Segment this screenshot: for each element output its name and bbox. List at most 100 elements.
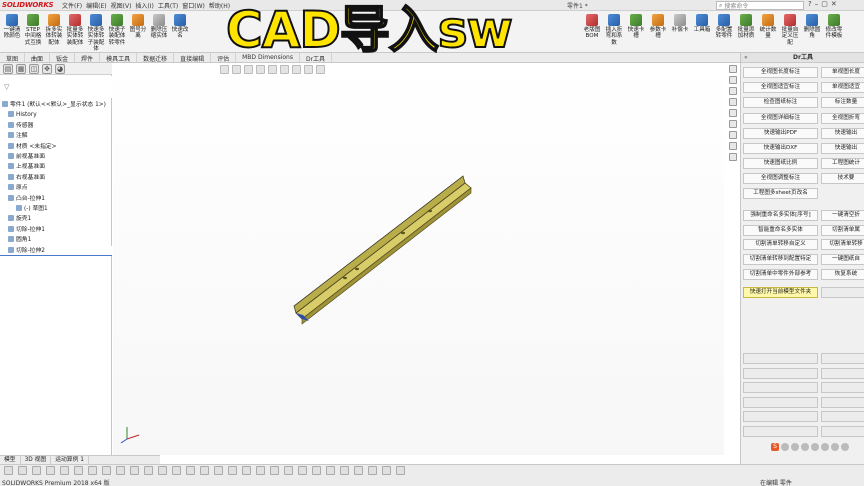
plugin-icon[interactable] xyxy=(729,153,737,161)
command-tab[interactable]: 模具工具 xyxy=(100,53,138,63)
forum-icon[interactable] xyxy=(729,131,737,139)
command-tab[interactable]: 钣金 xyxy=(50,53,76,63)
bottom-tab[interactable]: 模型 xyxy=(0,456,21,464)
ribbon-button[interactable]: 快速卡槽 xyxy=(627,14,645,40)
bottom-tab[interactable]: 3D 视图 xyxy=(21,456,52,464)
convert-icon[interactable] xyxy=(242,466,251,475)
offset-icon[interactable] xyxy=(144,466,153,475)
spline-icon[interactable] xyxy=(74,466,83,475)
hide-show-icon[interactable] xyxy=(292,65,301,74)
sogou-ime-icon[interactable]: S xyxy=(771,443,779,451)
stretch-icon[interactable] xyxy=(326,466,335,475)
dr-tool-button[interactable]: 全视图调整标注 xyxy=(743,173,818,185)
config-tab-icon[interactable]: ◫ xyxy=(29,64,39,74)
dr-tool-button[interactable]: 单视图适宜 xyxy=(821,82,864,94)
ribbon-button[interactable]: 删除压缩实体 xyxy=(150,14,168,40)
dr-tool-button[interactable]: 切割清单中零件外部参考 xyxy=(743,268,818,280)
rectangle-icon[interactable] xyxy=(32,466,41,475)
tree-item[interactable]: 右视基准面 xyxy=(0,173,112,183)
grid-icon[interactable] xyxy=(354,466,363,475)
pattern-icon[interactable] xyxy=(158,466,167,475)
trim-icon[interactable] xyxy=(116,466,125,475)
dr-tool-button[interactable]: 快速打开当前模型文件夹 xyxy=(743,287,818,298)
ime-mode-icon[interactable] xyxy=(781,443,789,451)
scale-icon[interactable] xyxy=(298,466,307,475)
text-icon[interactable] xyxy=(200,466,209,475)
tree-item[interactable]: 注解 xyxy=(0,131,112,141)
menu-item[interactable]: 视图(V) xyxy=(111,1,132,10)
centerline-icon[interactable] xyxy=(228,466,237,475)
dr-tool-button[interactable]: 快速输出 xyxy=(821,143,864,154)
keyboard-icon[interactable] xyxy=(821,443,829,451)
ribbon-button[interactable]: STEP中间格式互换 xyxy=(24,14,42,46)
zoom-fit-icon[interactable] xyxy=(220,65,229,74)
appearances-icon[interactable] xyxy=(729,109,737,117)
resources-icon[interactable] xyxy=(729,65,737,73)
select-icon[interactable] xyxy=(4,466,13,475)
dr-tool-button[interactable]: 检查图纸标注 xyxy=(743,97,818,109)
extend-icon[interactable] xyxy=(256,466,265,475)
dr-tool-button[interactable]: 快速输出 xyxy=(821,127,864,139)
tree-item[interactable]: 圆角1 xyxy=(0,235,112,245)
dimxpert-tab-icon[interactable]: ✥ xyxy=(42,64,52,74)
dr-tool-button[interactable]: 技术要 xyxy=(821,173,864,185)
ribbon-button[interactable]: 统计数量 xyxy=(759,14,777,40)
chamfer-icon[interactable] xyxy=(186,466,195,475)
ribbon-button[interactable]: 批量自定义压配 xyxy=(781,14,799,46)
ribbon-button[interactable]: 批量多实体转装配体 xyxy=(66,14,84,46)
tree-item[interactable]: 前视基准面 xyxy=(0,152,112,162)
search-input[interactable]: ⌕ 搜索命令 xyxy=(716,1,804,10)
command-tab[interactable]: 曲面 xyxy=(25,53,51,63)
minimize-icon[interactable]: – xyxy=(815,0,819,8)
restore-icon[interactable]: ▢ xyxy=(821,0,828,8)
scene-icon[interactable] xyxy=(316,65,325,74)
menu-item[interactable]: 插入(I) xyxy=(135,1,153,10)
menu-item[interactable]: 编辑(E) xyxy=(86,1,106,10)
ribbon-button[interactable]: 修改零件模板 xyxy=(825,14,843,40)
dr-tool-button[interactable]: 切割清单转移自定义 xyxy=(743,239,818,251)
dr-tool-button[interactable]: 恢复系统 xyxy=(821,268,864,280)
dr-tool-button[interactable]: 标注数量 xyxy=(821,97,864,109)
menu-item[interactable]: 工具(T) xyxy=(158,1,178,10)
line-icon[interactable] xyxy=(18,466,27,475)
appearance-icon[interactable] xyxy=(304,65,313,74)
fillet-icon[interactable] xyxy=(172,466,181,475)
menu-item[interactable]: 窗口(W) xyxy=(182,1,205,10)
display-style-icon[interactable] xyxy=(280,65,289,74)
dimension-icon[interactable] xyxy=(88,466,97,475)
dr-tool-button[interactable]: 全视图长度标注 xyxy=(743,67,818,78)
tree-item[interactable]: 凸台-拉伸1 xyxy=(0,194,112,204)
custom-properties-icon[interactable] xyxy=(729,120,737,128)
skin-icon[interactable] xyxy=(831,443,839,451)
ribbon-button[interactable]: 批量添加材质 xyxy=(737,14,755,40)
dr-tool-button[interactable]: 工程图统计 xyxy=(821,158,864,170)
dr-tool-button[interactable]: 快速输出DXF xyxy=(743,143,818,154)
dr-tool-button[interactable]: 强制重命名多实体[序号] xyxy=(743,210,818,221)
tree-item[interactable]: 原点 xyxy=(0,183,112,193)
sheet-metal-channel-part[interactable] xyxy=(293,175,472,325)
dr-tool-button[interactable]: 工程图多sheet页改名 xyxy=(743,188,818,199)
dr-tool-button[interactable]: 一键清空折 xyxy=(821,210,864,221)
help-icon[interactable]: ? xyxy=(808,0,812,8)
dr-tool-button[interactable]: 快速图纸比例 xyxy=(743,158,818,170)
zoom-area-icon[interactable] xyxy=(232,65,241,74)
notes-icon[interactable] xyxy=(729,142,737,150)
circle-icon[interactable] xyxy=(46,466,55,475)
ribbon-button[interactable]: 快速多实体转子装配体 xyxy=(87,14,105,53)
dr-tool-button[interactable]: 单视图长度 xyxy=(821,67,864,78)
arc-icon[interactable] xyxy=(60,466,69,475)
ribbon-button[interactable]: 插入折弯和系数 xyxy=(605,14,623,46)
dr-tool-button[interactable]: 切割清单转移 xyxy=(821,239,864,251)
graphics-viewport[interactable] xyxy=(113,63,724,455)
quick-snap-icon[interactable] xyxy=(396,466,405,475)
section-view-icon[interactable] xyxy=(256,65,265,74)
dr-tool-button[interactable]: 切割清单属 xyxy=(821,224,864,236)
ribbon-button[interactable]: 补偿卡 xyxy=(671,14,689,33)
property-tab-icon[interactable]: ▦ xyxy=(16,64,26,74)
tree-item[interactable]: 传感器 xyxy=(0,121,112,131)
menu-item[interactable]: 文件(F) xyxy=(62,1,82,10)
tree-item[interactable]: 切除-拉伸1 xyxy=(0,225,112,235)
tree-item[interactable]: 切除-拉伸2 xyxy=(0,245,112,256)
ribbon-button[interactable]: 拆多实体转装配体 xyxy=(45,14,63,46)
dr-tool-button[interactable]: 全视图适宜标注 xyxy=(743,82,818,94)
